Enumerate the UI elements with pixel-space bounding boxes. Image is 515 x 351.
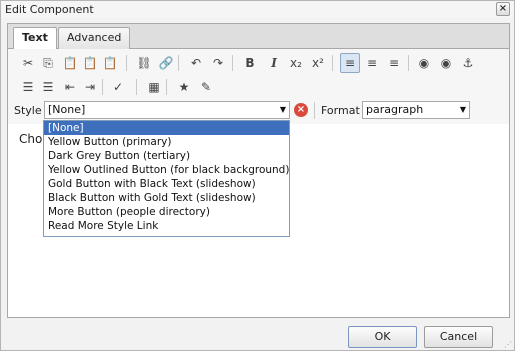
chevron-down-icon[interactable]: ▼ <box>460 102 466 118</box>
edit-component-dialog: Edit Component × Text Advanced ✂ ⎘ 📋 📋 📋 ⛓ 🔗 ↶ ↷… <box>0 0 515 351</box>
italic-icon[interactable]: I <box>264 53 284 73</box>
separator <box>314 102 315 119</box>
dialog-titlebar[interactable]: Edit Component × <box>1 1 514 18</box>
bulleted-list-icon[interactable]: ☰ <box>18 77 38 97</box>
anchor-icon[interactable]: ⚓ <box>458 53 478 73</box>
tab-text[interactable]: Text <box>13 27 57 50</box>
clear-style-icon[interactable]: × <box>294 103 308 117</box>
format-select-value: paragraph <box>366 103 424 116</box>
align-center-icon[interactable]: ≡ <box>362 53 382 73</box>
format-label: Format <box>321 104 360 117</box>
toolbar-separator <box>232 55 233 71</box>
cancel-button[interactable]: Cancel <box>424 326 493 348</box>
style-label: Style <box>14 104 42 117</box>
style-option[interactable]: Yellow Button (primary) <box>44 135 289 149</box>
undo-icon[interactable]: ↶ <box>186 53 206 73</box>
spellcheck-icon[interactable]: ✓ <box>108 77 128 97</box>
toolbar-separator <box>178 55 179 71</box>
style-option[interactable]: Black Button with Gold Text (slideshow) <box>44 191 289 205</box>
toolbar-separator <box>166 79 167 95</box>
style-option[interactable]: [None] <box>44 121 289 135</box>
special-char-icon[interactable]: ★ <box>174 77 194 97</box>
style-select[interactable]: [None] ▼ <box>44 101 290 119</box>
image-remove-icon[interactable]: ◉ <box>436 53 456 73</box>
style-option[interactable]: Dark Grey Button (tertiary) <box>44 149 289 163</box>
paste-word-icon[interactable]: 📋 <box>100 53 120 73</box>
outdent-icon[interactable]: ⇤ <box>60 77 80 97</box>
dialog-title: Edit Component <box>5 3 94 16</box>
close-icon[interactable]: × <box>496 2 510 16</box>
copy-icon[interactable]: ⎘ <box>38 53 58 73</box>
link-icon[interactable]: 🔗 <box>156 53 176 73</box>
format-select[interactable]: paragraph ▼ <box>362 101 470 119</box>
toolbar-separator <box>126 55 127 71</box>
style-dropdown-list: [None] Yellow Button (primary) Dark Grey… <box>43 120 290 237</box>
align-right-icon[interactable]: ≡ <box>384 53 404 73</box>
toolbar-separator <box>408 55 409 71</box>
paste-text-icon[interactable]: 📋 <box>80 53 100 73</box>
subscript-icon[interactable]: x₂ <box>286 53 306 73</box>
toolbar-separator <box>332 55 333 71</box>
paste-icon[interactable]: 📋 <box>60 53 80 73</box>
style-option[interactable]: Yellow Outlined Button (for black backgr… <box>44 163 289 177</box>
chevron-down-icon[interactable]: ▼ <box>280 102 286 118</box>
numbered-list-icon[interactable]: ☰ <box>38 77 58 97</box>
redo-icon[interactable]: ↷ <box>208 53 228 73</box>
tab-advanced[interactable]: Advanced <box>58 27 131 49</box>
align-left-icon[interactable]: ≡ <box>340 53 360 73</box>
source-edit-icon[interactable]: ✎ <box>196 77 216 97</box>
image-insert-icon[interactable]: ◉ <box>414 53 434 73</box>
dialog-footer: OK Cancel ⋰ <box>1 319 514 351</box>
ok-button[interactable]: OK <box>348 326 417 348</box>
style-option[interactable]: Gold Button with Black Text (slideshow) <box>44 177 289 191</box>
indent-icon[interactable]: ⇥ <box>80 77 100 97</box>
style-option[interactable]: More Button (people directory) <box>44 205 289 219</box>
toolbar-separator <box>136 79 137 95</box>
resize-grip-icon[interactable]: ⋰ <box>503 340 512 349</box>
table-icon[interactable]: ▦ <box>144 77 164 97</box>
toolbar-separator <box>102 79 103 95</box>
style-option[interactable]: Read More Style Link <box>44 219 289 233</box>
style-select-value: [None] <box>48 103 86 116</box>
superscript-icon[interactable]: x² <box>308 53 328 73</box>
tab-strip: Text Advanced <box>8 24 509 50</box>
bold-icon[interactable]: B <box>240 53 260 73</box>
cut-icon[interactable]: ✂ <box>18 53 38 73</box>
unlink-icon[interactable]: ⛓ <box>134 53 154 73</box>
